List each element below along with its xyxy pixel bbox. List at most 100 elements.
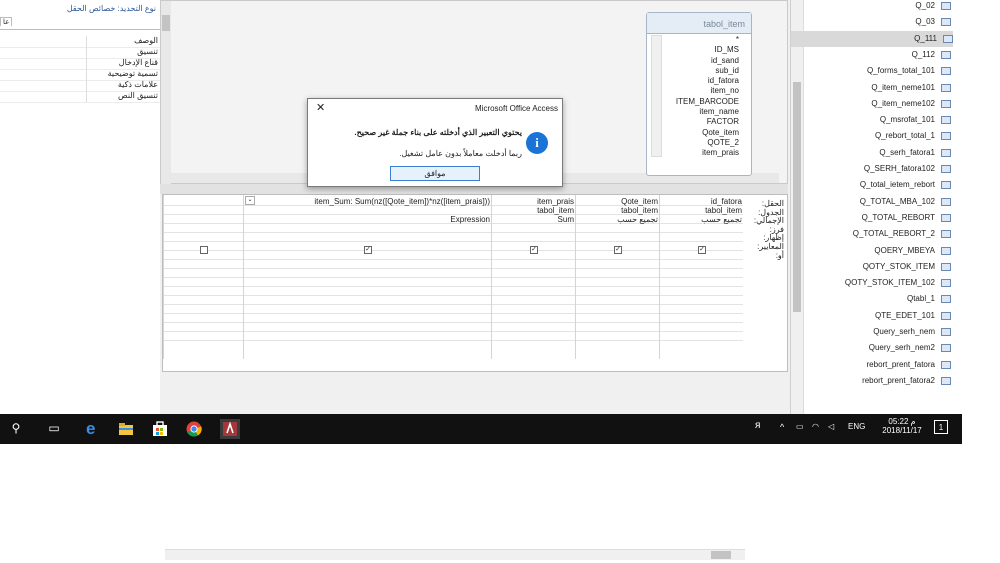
table-field[interactable]: ID_MS [659,45,739,55]
nav-item-query[interactable]: Query_serh_nem [811,324,951,340]
query-icon [941,67,951,76]
table-field[interactable]: ITEM_BARCODE [659,97,739,107]
nav-item-query[interactable]: rebort_prent_fatora [811,357,951,373]
table-field[interactable]: QOTE_2 [659,138,739,148]
nav-item-query[interactable]: Q_rebort_total_1 [811,128,951,144]
show-hidden-icons-chevron-icon[interactable]: ^ [780,422,784,432]
nav-item-query[interactable]: QOTY_STOK_ITEM_102 [811,275,951,291]
nav-item-query[interactable]: Q_111 [791,30,953,47]
grid-cell-field[interactable]: id_fatora [711,197,742,206]
show-checkbox[interactable]: ✓ [364,246,372,254]
grid-column[interactable]: id_fatora tabol_item تجميع حسب ✓ [659,195,744,359]
table-field[interactable]: * [659,35,739,45]
nav-item-query[interactable]: Q_msrofat_101 [811,112,951,128]
grid-cell-field[interactable]: item_prais [537,197,574,206]
show-checkbox[interactable] [200,246,208,254]
table-field[interactable]: item_no [659,86,739,96]
network-icon[interactable]: ▭ [796,422,804,431]
nav-item-query[interactable]: Q_item_neme101 [811,80,951,96]
nav-item-query[interactable]: Q_TOTAL_MBA_102 [811,194,951,210]
table-box[interactable]: tabol_item * ID_MS id_sand sub_id id_fatora i… [646,12,752,176]
nav-item-query[interactable]: Query_serh_nem2 [811,340,951,356]
selection-type-label: نوع التحديد: خصائص الحقل [66,4,156,13]
table-field[interactable]: sub_id [659,66,739,76]
nav-item-query[interactable]: Q_TOTAL_REBORT [811,210,951,226]
dialog-title: Microsoft Office Access [475,104,558,113]
nav-item-query[interactable]: Q_forms_total_101 [811,63,951,79]
clock[interactable]: 05:22 م 2018/11/17 [882,417,922,435]
show-checkbox[interactable]: ✓ [530,246,538,254]
close-icon[interactable]: ✕ [316,101,325,114]
query-icon [941,18,951,27]
grid-column[interactable] [163,195,244,359]
nav-item-query[interactable]: Q_total_ietem_rebort [811,177,951,193]
property-value[interactable] [0,58,87,69]
property-tab[interactable]: عا [0,17,13,26]
grid-cell-total[interactable]: تجميع حسب [701,215,742,224]
task-view-icon[interactable]: ▭ [46,421,62,437]
grid-column[interactable]: item_prais tabol_item Sum ✓ [491,195,576,359]
query-icon [941,376,951,385]
table-field[interactable]: Qote_item [659,128,739,138]
property-value[interactable] [0,80,87,91]
table-field[interactable]: item_name [659,107,739,117]
nav-item-query[interactable]: QOERY_MBEYA [811,243,951,259]
search-icon[interactable]: ⚲ [8,421,24,437]
grid-cell-table[interactable]: tabol_item [621,206,658,215]
nav-item-query[interactable]: Q_02 [811,0,951,14]
error-dialog: Microsoft Office Access ✕ i يحتوي التعبي… [307,98,563,187]
query-icon [941,181,951,190]
grid-cell-table[interactable]: tabol_item [537,206,574,215]
property-value[interactable] [0,91,87,102]
nav-item-label: QTE_EDET_101 [874,310,935,320]
nav-item-query[interactable]: QTE_EDET_101 [811,308,951,324]
property-row[interactable]: تنسيق النص [0,91,160,103]
table-field[interactable]: id_fatora [659,76,739,86]
edge-icon[interactable]: e [84,419,100,438]
grid-hscrollbar[interactable] [165,549,745,560]
nav-item-query[interactable]: Qtabl_1 [811,291,951,307]
wifi-icon[interactable]: ◠ [812,422,819,431]
table-field[interactable]: FACTOR [659,117,739,127]
store-icon[interactable] [152,421,168,437]
grid-row-labels: الحقل: الجدول: الإجمالي: فرز: إظهار: المعايير… [746,199,784,260]
grid-cell-table[interactable]: tabol_item [705,206,742,215]
volume-icon[interactable]: ◁ [828,422,834,431]
notifications-icon[interactable]: 1 [934,420,948,434]
table-field[interactable]: item_prais [659,148,739,158]
grid-cell-field[interactable]: Qote_item [621,197,658,206]
nav-item-query[interactable]: Q_SERH_fatora102 [811,161,951,177]
people-icon[interactable]: ᴙ [755,420,760,431]
grid-column[interactable]: Qote_item tabol_item تجميع حسب ✓ [575,195,660,359]
language-indicator[interactable]: ENG [848,422,865,431]
property-value[interactable] [0,69,87,80]
nav-item-query[interactable]: rebort_prent_fatora2 [811,373,951,389]
field-dropdown-chevron-down-icon[interactable]: ⌄ [245,196,255,205]
nav-scrollbar[interactable] [791,0,804,414]
access-app-icon[interactable] [220,419,240,439]
grid-cell-total[interactable]: Expression [450,215,490,224]
nav-item-query[interactable]: Q_112 [811,47,951,63]
nav-item-query[interactable]: Q_TOTAL_REBORT_2 [811,226,951,242]
nav-item-query[interactable]: Q_item_neme102 [811,96,951,112]
show-checkbox[interactable]: ✓ [614,246,622,254]
property-value[interactable] [0,47,87,58]
grid-cell-field[interactable]: item_Sum: Sum(nz([Qote_item])*nz([item_p… [314,197,490,206]
design-grid: id_fatora tabol_item تجميع حسب ✓ Qote_item ta… [162,194,788,560]
show-checkbox[interactable]: ✓ [698,246,706,254]
ok-button[interactable]: موافق [390,166,480,181]
table-pane-scrollbar[interactable] [161,1,171,185]
grid-column[interactable]: item_Sum: Sum(nz([Qote_item])*nz([item_p… [243,195,492,359]
query-icon [941,148,951,157]
table-box-title: tabol_item [647,13,751,34]
table-field[interactable]: id_sand [659,56,739,66]
grid-cell-total[interactable]: Sum [558,215,574,224]
nav-item-query[interactable]: QOTY_STOK_ITEM [811,259,951,275]
nav-item-query[interactable]: Q_serh_fatora1 [811,145,951,161]
chrome-icon[interactable] [186,421,202,437]
query-icon [941,116,951,125]
nav-item-query[interactable]: Q_03 [811,14,951,30]
grid-cell-total[interactable]: تجميع حسب [617,215,658,224]
file-explorer-icon[interactable] [118,422,134,436]
property-value[interactable] [0,36,87,47]
